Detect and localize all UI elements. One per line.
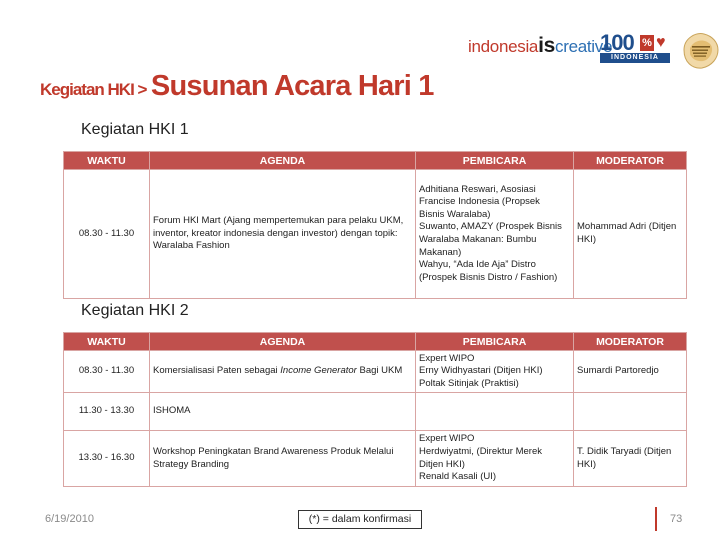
logo-indonesia-text: indonesia (468, 37, 539, 56)
pembicara-line: Suwanto, AMAZY (Prospek Bisnis (419, 221, 562, 233)
header-waktu: WAKTU (63, 332, 150, 351)
cell-moderator: T. Didik Taryadi (Ditjen HKI) (573, 430, 687, 487)
cell-agenda: ISHOMA (149, 392, 416, 431)
footer-date: 6/19/2010 (45, 513, 94, 525)
logo-is-text: is (538, 34, 556, 57)
table-row: 08.30 - 11.30 Forum HKI Mart (Ajang memp… (63, 169, 687, 299)
pembicara-line: Makanan) (419, 246, 462, 258)
pembicara-line: (Prospek Bisnis Distro / Fashion) (419, 271, 558, 283)
pembicara-line: Renald Kasali (UI) (419, 471, 497, 483)
cell-agenda: Komersialisasi Paten sebagai Income Gene… (149, 350, 416, 393)
page-title-prefix: Kegiatan HKI > (40, 80, 147, 99)
cell-pembicara (415, 392, 574, 431)
pembicara-line: Adhitiana Reswari, Asosiasi (419, 183, 536, 195)
agenda-italic-text: Income Generator (280, 365, 357, 377)
cell-pembicara: Adhitiana Reswari, Asosiasi Francise Ind… (415, 169, 574, 299)
table-row: 11.30 - 13.30 ISHOMA (63, 392, 687, 431)
pembicara-line: Waralaba Makanan: Bumbu (419, 234, 537, 245)
pembicara-line: Herdwiyatmi, (Direktur Merek (419, 445, 542, 457)
pembicara-line: Ditjen HKI) (419, 458, 465, 470)
footer-divider (655, 507, 657, 531)
cell-agenda: Forum HKI Mart (Ajang mempertemukan para… (149, 169, 416, 299)
header-moderator: MODERATOR (573, 151, 687, 170)
cell-pembicara: Expert WIPO Erny Widhyastari (Ditjen HKI… (415, 350, 574, 393)
heart-icon: ♥ (656, 34, 666, 51)
cell-time: 08.30 - 11.30 (63, 350, 150, 393)
schedule-table-2: WAKTU AGENDA PEMBICARA MODERATOR 08.30 -… (63, 332, 687, 487)
logo-100-percent-indonesia: 100 % ♥ INDONESIA (600, 30, 672, 63)
footer-note: (*) = dalam konfirmasi (298, 510, 422, 529)
agenda-text: Komersialisasi Paten sebagai (153, 365, 281, 377)
header-waktu: WAKTU (63, 151, 150, 170)
page-number: 73 (670, 513, 683, 525)
cell-time: 11.30 - 13.30 (63, 392, 150, 431)
header-agenda: AGENDA (149, 332, 416, 351)
page-title-main: Susunan Acara Hari 1 (150, 70, 435, 102)
logo-indonesia-band: INDONESIA (600, 53, 670, 63)
pembicara-line: Francise Indonesia (Propsek (419, 196, 540, 208)
table-header-row: WAKTU AGENDA PEMBICARA MODERATOR (63, 332, 687, 351)
cell-pembicara: Expert WIPO Herdwiyatmi, (Direktur Merek… (415, 430, 574, 487)
cell-moderator: Sumardi Partoredjo (573, 350, 687, 393)
section-title-kegiatan-1: Kegiatan HKI 1 (81, 121, 189, 138)
cell-time: 08.30 - 11.30 (63, 169, 150, 299)
schedule-table-1: WAKTU AGENDA PEMBICARA MODERATOR 08.30 -… (63, 151, 687, 299)
pembicara-line: Expert WIPO (419, 433, 475, 445)
pembicara-line: Wahyu, “Ada Ide Aja” Distro (419, 259, 536, 271)
pembicara-line: Bisnis Waralaba) (419, 208, 491, 220)
header-agenda: AGENDA (149, 151, 416, 170)
indonesia-creative-logo: indonesiaiscreative (468, 34, 612, 58)
page-title: Kegiatan HKI > Susunan Acara Hari 1 (40, 70, 434, 103)
pembicara-line: Expert WIPO (419, 352, 475, 364)
header-pembicara: PEMBICARA (415, 332, 574, 351)
cell-moderator: Mohammad Adri (Ditjen HKI) (573, 169, 687, 299)
hki-emblem-icon (678, 28, 722, 72)
table-row: 08.30 - 11.30 Komersialisasi Paten sebag… (63, 350, 687, 393)
header-pembicara: PEMBICARA (415, 151, 574, 170)
pembicara-line: Poltak Sitinjak (Praktisi) (419, 377, 519, 389)
cell-moderator (573, 392, 687, 431)
cell-time: 13.30 - 16.30 (63, 430, 150, 487)
pembicara-line: Erny Widhyastari (Ditjen HKI) (419, 365, 543, 377)
header-moderator: MODERATOR (573, 332, 687, 351)
table-header-row: WAKTU AGENDA PEMBICARA MODERATOR (63, 151, 687, 170)
logo-percent-sign: % (640, 35, 654, 51)
agenda-text: Bagi UKM (356, 365, 403, 377)
cell-agenda: Workshop Peningkatan Brand Awareness Pro… (149, 430, 416, 487)
section-title-kegiatan-2: Kegiatan HKI 2 (81, 302, 189, 319)
table-row: 13.30 - 16.30 Workshop Peningkatan Brand… (63, 430, 687, 487)
